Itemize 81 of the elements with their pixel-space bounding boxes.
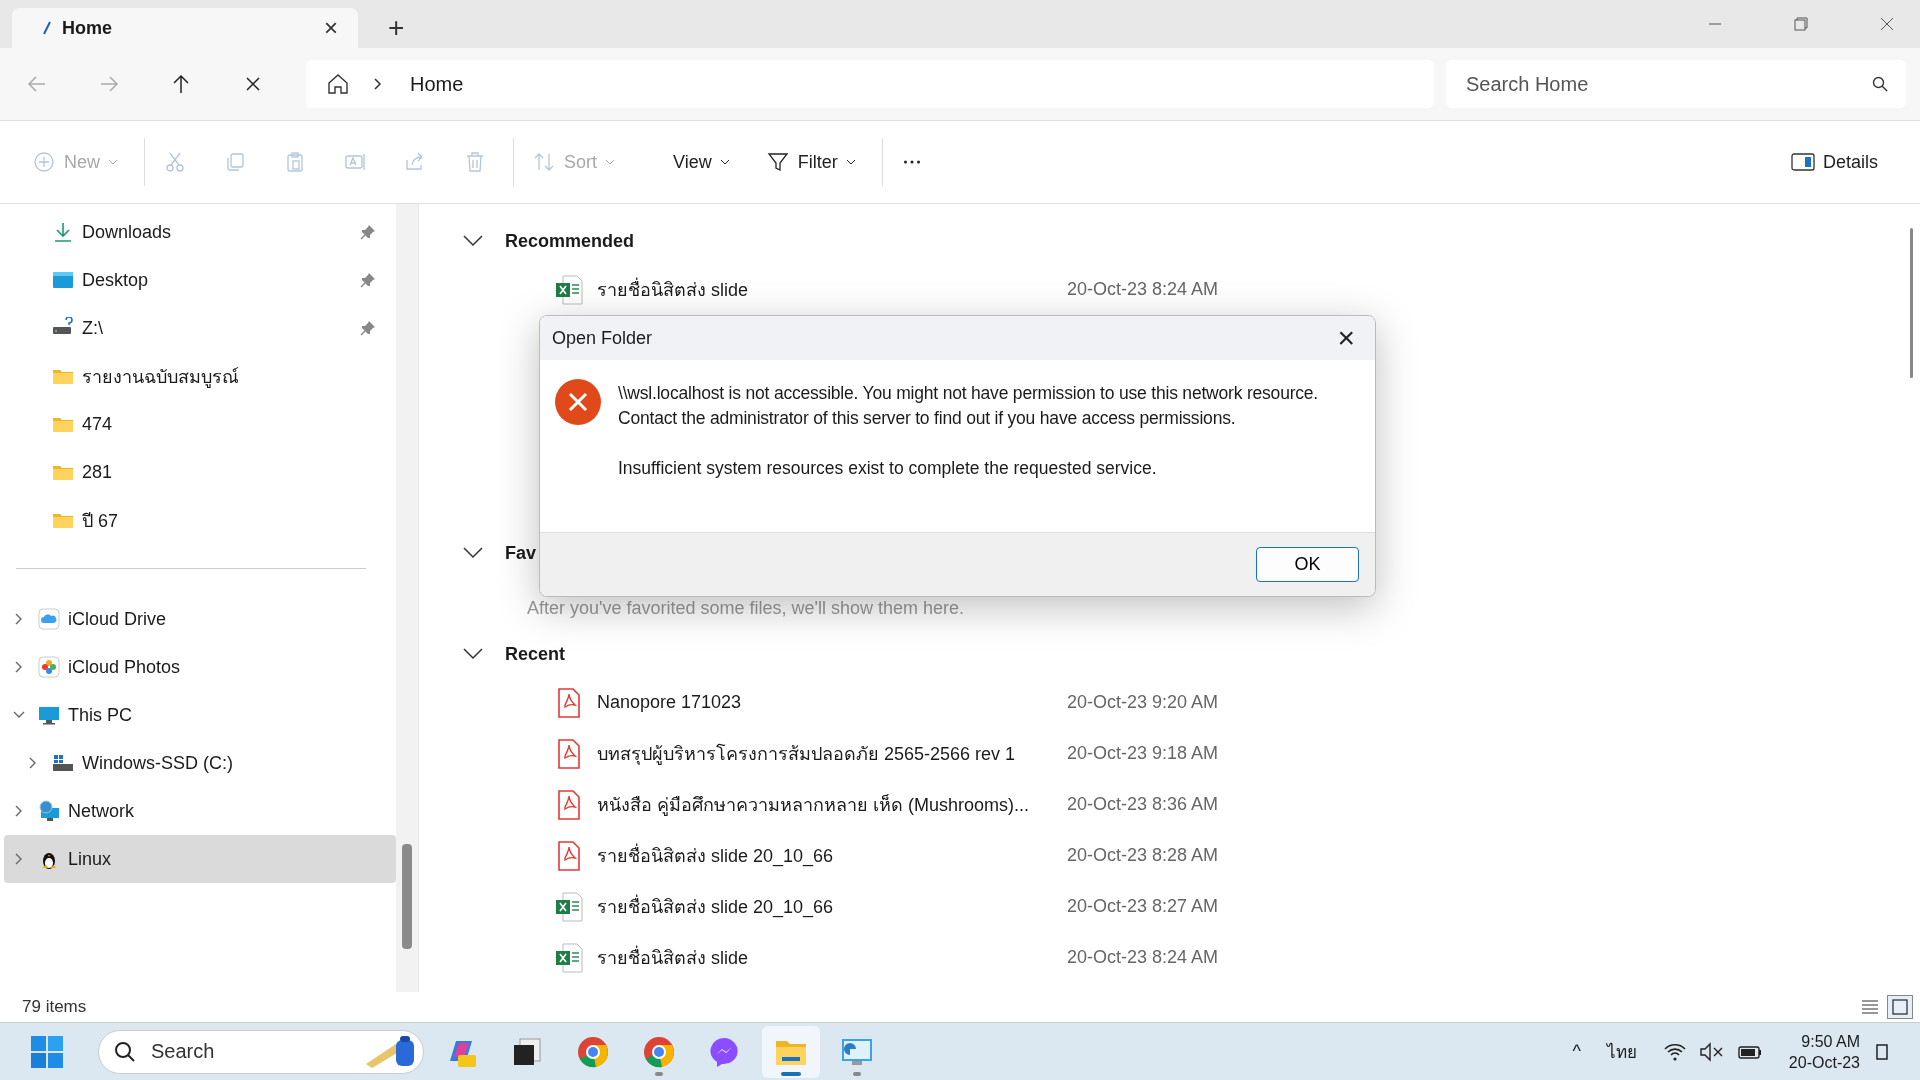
tab[interactable]: Home ×: [12, 8, 358, 48]
file-row[interactable]: รายชื่อนิสิตส่ง slide 20_10_66 20-Oct-23 8:28 AM: [463, 830, 1904, 881]
ok-button[interactable]: OK: [1256, 547, 1359, 582]
pin-icon[interactable]: [360, 272, 376, 288]
monitor-icon: [38, 704, 60, 726]
tree-item[interactable]: This PC: [4, 691, 396, 739]
scrollbar-thumb[interactable]: [1910, 228, 1913, 378]
file-row[interactable]: Nanopore 171023 20-Oct-23 9:20 AM: [463, 677, 1904, 728]
search-icon: [1872, 76, 1888, 92]
muted-speaker-icon[interactable]: [1698, 1041, 1725, 1062]
tab-icon: [42, 21, 52, 35]
clock-time[interactable]: 9:50 AM: [1801, 1030, 1860, 1052]
breadcrumb[interactable]: Home: [406, 70, 468, 98]
search-field[interactable]: Search Home: [1446, 60, 1906, 108]
sidebar-item[interactable]: ปี 67: [4, 496, 396, 544]
chevron-right-icon: [372, 77, 384, 91]
download-arrow-icon: [52, 221, 74, 243]
search-icon: [114, 1040, 136, 1063]
sidebar-item[interactable]: รายงานฉบับสมบูรณ์: [4, 352, 396, 400]
drive-icon: [52, 752, 74, 774]
tiles-view-icon[interactable]: [1888, 996, 1912, 1018]
spreadsheet-file-icon: [555, 274, 583, 305]
dialog-title: Open Folder: [552, 327, 654, 349]
spreadsheet-file-icon: [555, 891, 583, 922]
error-icon: [554, 378, 602, 426]
section-title: Recent: [505, 643, 566, 665]
empty-message: After you've favorited some files, we'll show them here.: [527, 598, 966, 619]
pdf-file-icon: [555, 738, 583, 769]
sidebar-item[interactable]: Desktop: [4, 256, 396, 304]
chevron-icon[interactable]: [463, 648, 483, 660]
desktop-icon: [52, 269, 74, 291]
sidebar-item[interactable]: Downloads: [4, 208, 396, 256]
pdf-file-icon: [555, 840, 583, 871]
sidebar-item[interactable]: Z:\: [4, 304, 396, 352]
network-icon: [38, 800, 60, 822]
home-icon: [326, 72, 350, 96]
chevron-icon[interactable]: [463, 235, 483, 247]
error-message: \\wsl.localhost is not accessible. You might not have permission to use this network resource. Contact the administrator of this server to find out if you have access permissions.: [618, 382, 1319, 430]
item-count: 79 items: [22, 997, 87, 1017]
tree-item[interactable]: iCloud Photos: [4, 643, 396, 691]
file-row[interactable]: รายชื่อนิสิตส่ง slide 20_10_66 20-Oct-23 8:27 AM: [463, 881, 1904, 932]
file-row[interactable]: รายชื่อนิสิตส่ง slide 20-Oct-23 8:24 AM: [463, 932, 1904, 983]
chevron-icon[interactable]: [463, 547, 483, 559]
pin-icon[interactable]: [360, 320, 376, 336]
details-pane-icon: [1790, 152, 1815, 172]
wifi-icon[interactable]: [1662, 1041, 1687, 1062]
scrollbar-thumb[interactable]: [402, 844, 412, 949]
section-title: Recommended: [505, 230, 635, 252]
file-row[interactable]: รายชื่อนิสิตส่ง slide 20-Oct-23 8:24 AM: [463, 264, 1904, 315]
pdf-file-icon: [555, 687, 583, 718]
close-tab-button[interactable]: ×: [318, 14, 344, 42]
clock-date[interactable]: 20-Oct-23: [1788, 1051, 1860, 1073]
section-title: Fav: [505, 542, 537, 564]
tree-item[interactable]: Windows-SSD (C:): [4, 739, 396, 787]
tree-item[interactable]: Network: [4, 787, 396, 835]
spreadsheet-file-icon: [555, 942, 583, 973]
pdf-file-icon: [555, 789, 583, 820]
file-row[interactable]: บทสรุปผู้บริหารโครงการส้มปลอดภัย 2565-2566 rev 1 20-Oct-23 9:18 AM: [463, 728, 1904, 779]
restore-icon[interactable]: [1793, 16, 1809, 32]
tree-item[interactable]: Linux: [4, 835, 396, 883]
pin-icon[interactable]: [360, 224, 376, 240]
sidebar-item[interactable]: 474: [4, 400, 396, 448]
filter-button[interactable]: Filter: [751, 142, 878, 182]
file-row[interactable]: หนังสือ คู่มือศึกษาความหลากหลาย เห็ด (Mushrooms)... 20-Oct-23 8:36 AM: [463, 779, 1904, 830]
start-icon[interactable]: [30, 1034, 64, 1069]
sidebar-item[interactable]: 281: [4, 448, 396, 496]
language-indicator[interactable]: ไทย: [1606, 1038, 1637, 1065]
error-detail: Insufficient system resources exist to complete the requested service.: [618, 457, 1158, 480]
address-bar[interactable]: Home: [306, 60, 1434, 108]
taskbar-search-field[interactable]: Search: [98, 1029, 424, 1074]
tree-item[interactable]: iCloud Drive: [4, 595, 396, 643]
close-icon[interactable]: [1879, 16, 1895, 32]
show-hidden-icons-button[interactable]: ^: [1572, 1041, 1581, 1062]
details-pane-button[interactable]: Details: [1776, 143, 1900, 181]
notification-icon[interactable]: [1876, 1042, 1888, 1061]
new-tab-button[interactable]: +: [378, 12, 415, 44]
photos-icon: [38, 656, 60, 678]
cloud-icon: [38, 608, 60, 630]
explorer-app-icon[interactable]: [762, 1025, 820, 1078]
close-button[interactable]: ×: [1327, 323, 1365, 353]
view-button[interactable]: View: [659, 143, 752, 181]
